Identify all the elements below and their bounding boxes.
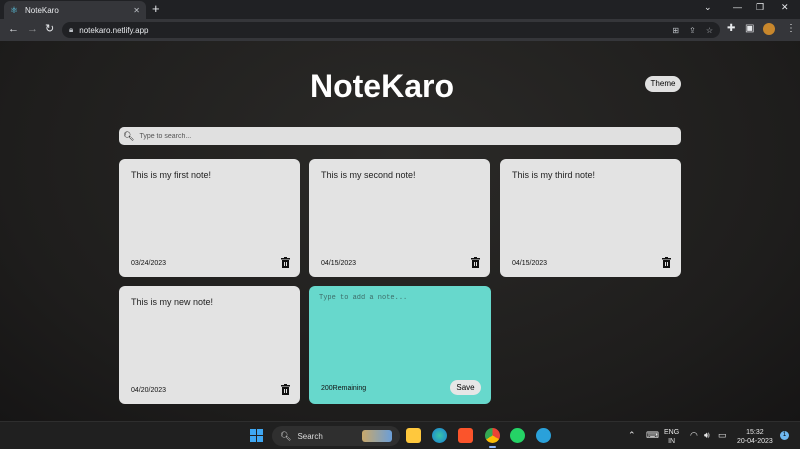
- delete-trash-icon[interactable]: [281, 384, 290, 395]
- tab-title: NoteKaro: [25, 5, 59, 15]
- side-panel-icon[interactable]: ▣: [745, 23, 754, 35]
- volume-icon[interactable]: 🔊︎: [704, 430, 710, 440]
- notekaro-page: NoteKaro Theme 🔍︎ This is my first note!…: [0, 41, 800, 421]
- new-note-textarea[interactable]: [319, 294, 479, 364]
- search-icon: 🔍︎: [123, 130, 135, 141]
- address-bar[interactable]: 🔒︎ notekaro.netlify.app ⊞ ⇪ ☆: [62, 22, 720, 38]
- restore-icon[interactable]: ❐: [756, 2, 764, 13]
- brave-browser-icon[interactable]: [458, 428, 473, 443]
- file-explorer-icon[interactable]: [406, 428, 421, 443]
- browser-toolbar: ← → ↻ 🔒︎ notekaro.netlify.app ⊞ ⇪ ☆ ✚ ▣ …: [0, 19, 800, 41]
- chrome-browser-icon[interactable]: [485, 428, 500, 448]
- delete-trash-icon[interactable]: [662, 257, 671, 268]
- note-date: 04/15/2023: [321, 260, 357, 267]
- language-indicator[interactable]: ENG IN: [664, 428, 679, 446]
- edge-browser-icon[interactable]: [432, 428, 447, 443]
- theme-toggle-button[interactable]: Theme: [645, 76, 681, 92]
- search-highlight-image: [362, 430, 392, 442]
- menu-kebab-icon[interactable]: ⋮: [786, 23, 796, 35]
- language-code: ENG: [664, 429, 680, 436]
- language-region: IN: [668, 438, 676, 445]
- forward-icon[interactable]: →: [27, 22, 38, 36]
- clock-date: 20-04-2023: [737, 438, 773, 445]
- save-note-button[interactable]: Save: [450, 380, 481, 395]
- search-icon: 🔍︎: [280, 430, 292, 441]
- new-tab-button[interactable]: +: [152, 2, 160, 16]
- react-atom-icon: ⚛: [10, 4, 19, 15]
- note-card: This is my first note! 03/24/2023: [119, 159, 300, 277]
- note-date: 03/24/2023: [131, 260, 167, 267]
- note-date: 04/20/2023: [131, 387, 167, 394]
- bookmark-star-icon[interactable]: ☆: [706, 26, 713, 35]
- windows-taskbar: 🔍︎ Search ⌃ ⌨ ENG IN ◠ 🔊︎ ▭ 15:32 20-04-…: [0, 421, 800, 449]
- taskbar-search-label: Search: [297, 431, 323, 441]
- profile-avatar[interactable]: [763, 23, 775, 35]
- note-text: This is my third note!: [512, 170, 596, 180]
- telegram-icon[interactable]: [536, 428, 551, 443]
- note-card: This is my second note! 04/15/2023: [309, 159, 490, 277]
- battery-icon[interactable]: ▭: [718, 430, 727, 440]
- share-icon[interactable]: ⇪: [689, 26, 696, 35]
- note-text: This is my first note!: [131, 170, 212, 180]
- reload-icon[interactable]: ↻: [45, 22, 54, 36]
- note-card: This is my third note! 04/15/2023: [500, 159, 681, 277]
- url-text[interactable]: notekaro.netlify.app: [79, 26, 662, 35]
- close-tab-icon[interactable]: ✕: [133, 6, 140, 15]
- whatsapp-icon[interactable]: [510, 428, 525, 443]
- keyboard-icon[interactable]: ⌨: [646, 430, 659, 440]
- wifi-icon[interactable]: ◠: [690, 430, 698, 440]
- close-window-icon[interactable]: ✕: [781, 2, 789, 13]
- tab-search-icon[interactable]: ⌄: [704, 2, 712, 13]
- windows-start-icon[interactable]: [250, 429, 263, 442]
- taskbar-search[interactable]: 🔍︎ Search: [272, 426, 400, 446]
- note-date: 04/15/2023: [512, 260, 548, 267]
- delete-trash-icon[interactable]: [281, 257, 290, 268]
- search-bar[interactable]: 🔍︎: [119, 127, 681, 145]
- clock[interactable]: 15:32 20-04-2023: [737, 428, 773, 446]
- extensions-icon[interactable]: ✚: [727, 23, 735, 35]
- lock-icon[interactable]: 🔒︎: [69, 25, 73, 35]
- note-text: This is my new note!: [131, 297, 214, 307]
- characters-remaining: 200Remaining: [321, 385, 367, 392]
- browser-tab[interactable]: ⚛ NoteKaro ✕: [4, 1, 146, 19]
- note-text: This is my second note!: [321, 170, 416, 180]
- search-input[interactable]: [139, 132, 677, 140]
- show-hidden-icons-chevron-icon[interactable]: ⌃: [628, 430, 636, 440]
- add-note-card: 200Remaining Save: [309, 286, 491, 404]
- delete-trash-icon[interactable]: [471, 257, 480, 268]
- note-card: This is my new note! 04/20/2023: [119, 286, 300, 404]
- notification-badge[interactable]: 1: [780, 431, 789, 440]
- clock-time: 15:32: [746, 429, 764, 436]
- install-app-icon[interactable]: ⊞: [672, 26, 679, 35]
- browser-tab-bar: ⚛ NoteKaro ✕ + ⌄ — ❐ ✕: [0, 0, 800, 19]
- minimize-icon[interactable]: —: [733, 2, 742, 12]
- back-icon[interactable]: ←: [8, 22, 19, 36]
